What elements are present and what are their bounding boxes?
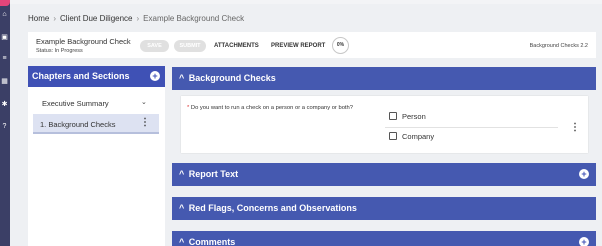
sidebar-section-label: 1. Background Checks <box>40 120 116 129</box>
more-vert-icon[interactable]: ⋮ <box>140 117 150 128</box>
calendar-icon[interactable]: ▣ <box>1 34 8 41</box>
chevron-up-icon[interactable]: ^ <box>179 203 184 213</box>
chevron-up-icon[interactable]: ^ <box>179 237 184 246</box>
home-icon[interactable]: ⌂ <box>1 11 8 18</box>
panel-title: Report Text <box>188 169 239 179</box>
top-band <box>10 0 602 4</box>
chevron-up-icon[interactable]: ^ <box>179 73 184 83</box>
breadcrumb: Home › Client Due Diligence › Example Backgr… <box>28 14 244 23</box>
divider <box>385 127 558 128</box>
panel-title: Background Checks <box>188 73 276 83</box>
attachments-button[interactable]: ATTACHMENTS <box>214 43 259 49</box>
sidebar-section-background-checks[interactable]: 1. Background Checks ⋮ <box>33 114 159 134</box>
sidebar-header: Chapters and Sections + <box>28 66 165 87</box>
add-icon[interactable]: + <box>579 237 589 246</box>
panel-comments-header[interactable]: ^ Comments + <box>172 231 596 246</box>
panel-title: Comments <box>188 237 236 246</box>
list-icon[interactable]: ≡ <box>1 55 8 62</box>
chevron-down-icon[interactable]: ⌄ <box>141 98 147 106</box>
document-status: Status: In Progress <box>36 48 83 54</box>
option-company[interactable]: Company <box>389 132 434 141</box>
required-mark: * <box>187 105 190 111</box>
question-label: Do you want to run a check on a person o… <box>190 105 353 111</box>
preview-report-button[interactable]: PREVIEW REPORT <box>271 43 325 49</box>
template-version: Background Checks 2.2 <box>529 43 588 49</box>
breadcrumb-current: Example Background Check <box>143 14 245 23</box>
option-person[interactable]: Person <box>389 112 426 121</box>
sidebar-title: Chapters and Sections <box>32 71 130 81</box>
progress-indicator: 0% <box>332 37 349 54</box>
app-logo <box>0 0 10 6</box>
grid-icon[interactable]: ▦ <box>1 78 8 85</box>
sidebar-chapter-executive-summary[interactable]: Executive Summary <box>42 99 109 108</box>
help-icon[interactable]: ? <box>1 123 8 130</box>
document-title: Example Background Check <box>36 37 131 46</box>
panel-red-flags-header[interactable]: ^ Red Flags, Concerns and Observations <box>172 197 596 220</box>
breadcrumb-separator: › <box>136 14 140 23</box>
question-card: * Do you want to run a check on a person… <box>181 96 588 153</box>
add-icon[interactable]: + <box>579 169 589 179</box>
save-button[interactable]: SAVE <box>140 40 169 52</box>
chevron-up-icon[interactable]: ^ <box>179 169 184 179</box>
submit-button[interactable]: SUBMIT <box>174 40 206 52</box>
breadcrumb-client-due-diligence[interactable]: Client Due Diligence <box>60 14 132 23</box>
app-nav-rail: ⌂ ▣ ≡ ▦ ✱ ? <box>0 0 10 246</box>
settings-icon[interactable]: ✱ <box>1 101 8 108</box>
breadcrumb-separator: › <box>53 14 57 23</box>
panel-report-text-header[interactable]: ^ Report Text + <box>172 163 596 186</box>
breadcrumb-home[interactable]: Home <box>28 14 49 23</box>
panel-background-checks-header[interactable]: ^ Background Checks <box>172 67 596 90</box>
panel-title: Red Flags, Concerns and Observations <box>188 203 357 213</box>
chapters-sidebar: Chapters and Sections + Executive Summar… <box>28 66 165 246</box>
checkbox[interactable] <box>389 112 397 120</box>
more-vert-icon[interactable]: ⋮ <box>570 122 580 133</box>
option-label: Company <box>402 132 435 141</box>
add-icon[interactable]: + <box>150 71 160 81</box>
option-label: Person <box>402 112 426 121</box>
question-text: * Do you want to run a check on a person… <box>187 105 353 111</box>
document-header: Example Background Check Status: In Prog… <box>28 32 596 58</box>
checkbox[interactable] <box>389 132 397 140</box>
